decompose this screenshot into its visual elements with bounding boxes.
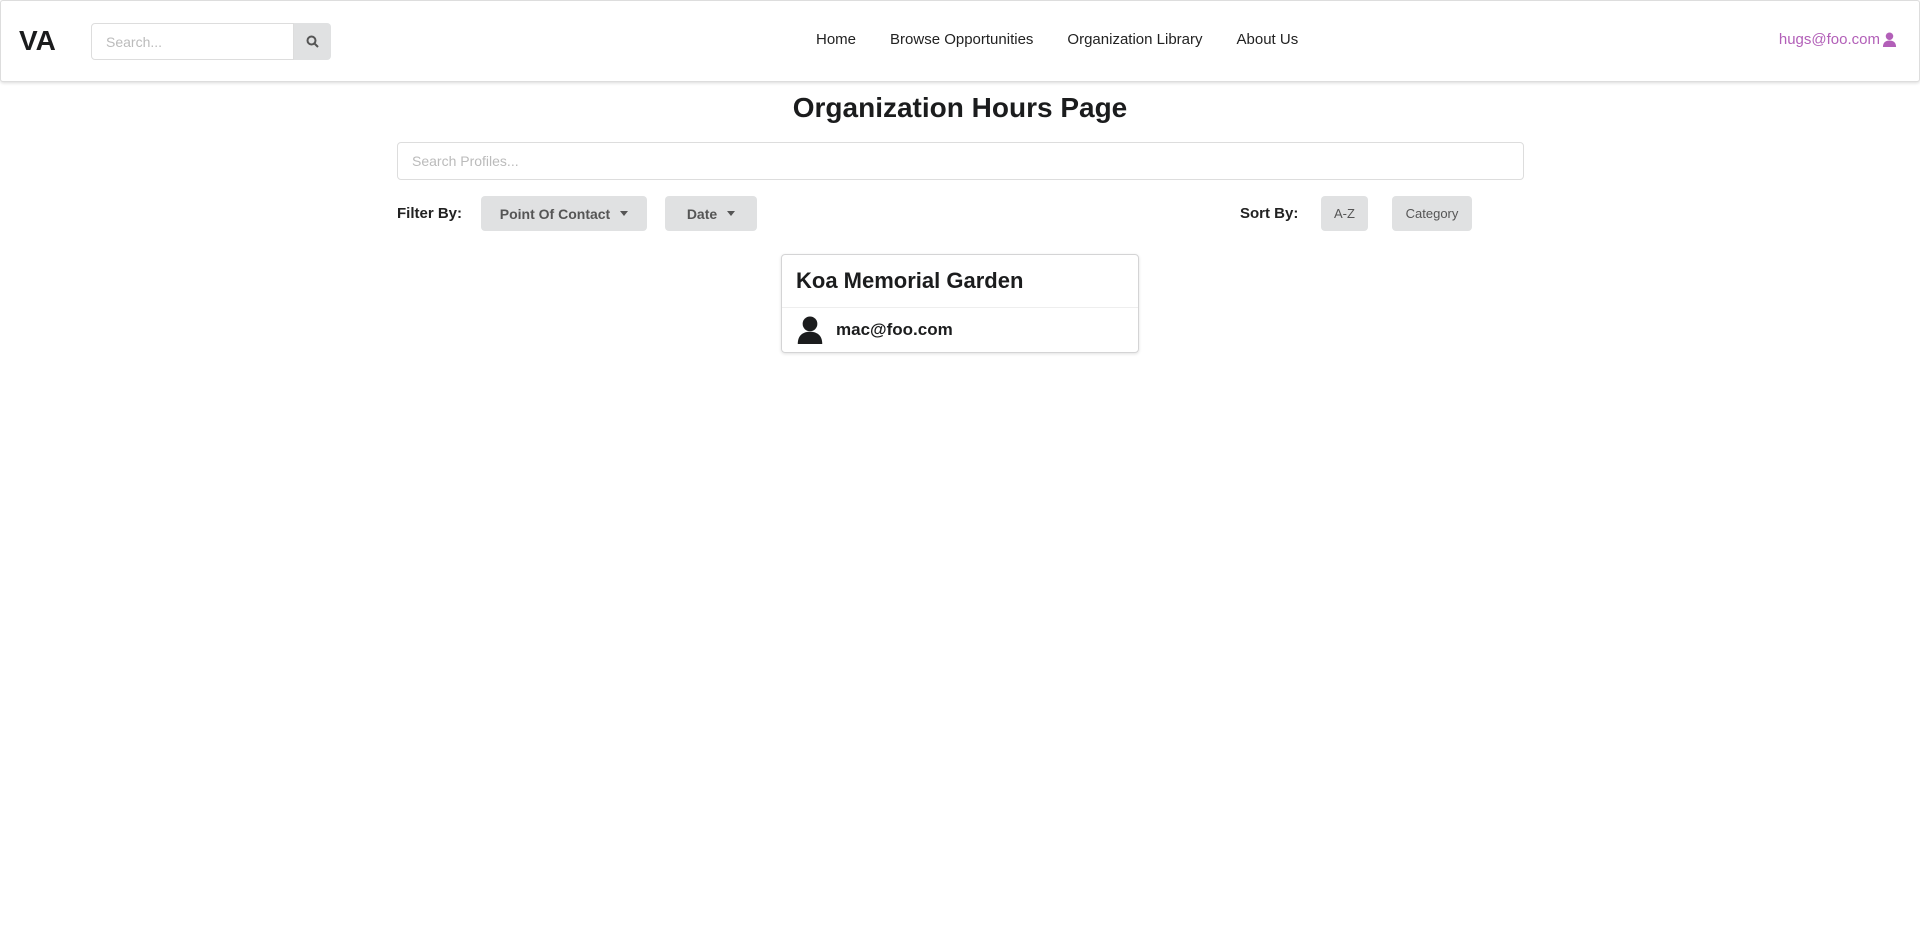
nav-links: Home Browse Opportunities Organization L… xyxy=(816,31,1298,48)
user-icon xyxy=(1882,32,1897,47)
page-title: Organization Hours Page xyxy=(792,92,1128,123)
nav-search-input[interactable] xyxy=(91,23,294,60)
sort-a-z-button[interactable]: A-Z xyxy=(1321,196,1368,231)
nav-link-about-us[interactable]: About Us xyxy=(1237,31,1299,48)
filter-date-dropdown[interactable]: Date xyxy=(665,196,757,231)
sort-category-button[interactable]: Category xyxy=(1392,196,1472,231)
user-icon xyxy=(797,316,823,344)
filter-label: Filter By: xyxy=(397,205,463,222)
dropdown-label: Date xyxy=(686,205,718,222)
sort-label: Sort By: xyxy=(1240,205,1299,222)
search-icon xyxy=(306,35,319,48)
organization-name: Koa Memorial Garden xyxy=(782,255,1138,308)
nav-link-home[interactable]: Home xyxy=(816,31,856,48)
user-email: hugs@foo.com xyxy=(1778,31,1880,48)
top-navbar: VA Home Browse Opportunities Organizatio… xyxy=(0,0,1920,82)
logo[interactable]: VA xyxy=(19,25,56,57)
profile-search-input[interactable] xyxy=(397,142,1524,180)
user-menu[interactable]: hugs@foo.com xyxy=(1779,31,1897,48)
contact-email: mac@foo.com xyxy=(836,320,953,339)
nav-link-browse-opportunities[interactable]: Browse Opportunities xyxy=(890,31,1033,48)
organization-card[interactable]: Koa Memorial Garden mac@foo.com xyxy=(781,254,1139,353)
caret-down-icon xyxy=(620,211,629,216)
nav-search xyxy=(91,23,331,60)
nav-search-button[interactable] xyxy=(294,23,331,60)
caret-down-icon xyxy=(727,211,736,216)
dropdown-label: Point Of Contact xyxy=(499,205,611,222)
contact-row: mac@foo.com xyxy=(782,308,1138,352)
filter-point-of-contact-dropdown[interactable]: Point Of Contact xyxy=(481,196,647,231)
nav-link-organization-library[interactable]: Organization Library xyxy=(1067,31,1202,48)
